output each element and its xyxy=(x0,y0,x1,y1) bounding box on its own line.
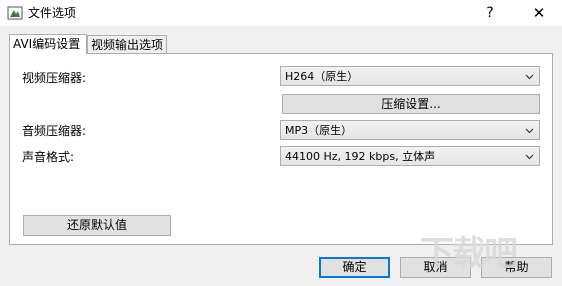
chevron-down-icon xyxy=(525,128,534,134)
window-title: 文件选项 xyxy=(28,6,77,20)
audio-compressor-label: 音频压缩器: xyxy=(22,124,87,138)
title-bar: 文件选项 ? ✕ xyxy=(0,0,562,26)
watermark-logo: 下载吧 xyxy=(420,234,518,274)
tab-video-output[interactable]: 视频输出选项 xyxy=(87,35,167,53)
compression-settings-button[interactable]: 压缩设置... xyxy=(282,94,540,114)
close-button[interactable]: ✕ xyxy=(516,0,562,26)
chevron-down-icon xyxy=(525,74,534,80)
video-compressor-label: 视频压缩器: xyxy=(22,71,87,85)
ok-button[interactable]: 确定 xyxy=(319,257,390,278)
video-compressor-value: H264（原生） xyxy=(285,70,359,83)
title-help-button[interactable]: ? xyxy=(470,0,510,26)
video-compressor-select[interactable]: H264（原生） xyxy=(280,66,540,86)
tab-avi-encoding[interactable]: AVI编码设置 xyxy=(9,34,87,54)
sound-format-select[interactable]: 44100 Hz, 192 kbps, 立体声 xyxy=(280,146,540,166)
sound-format-value: 44100 Hz, 192 kbps, 立体声 xyxy=(285,150,436,163)
app-logo-icon xyxy=(7,6,23,20)
audio-compressor-value: MP3（原生） xyxy=(285,124,353,137)
restore-defaults-button[interactable]: 还原默认值 xyxy=(23,215,171,236)
sound-format-label: 声音格式: xyxy=(22,150,75,164)
chevron-down-icon xyxy=(525,154,534,160)
audio-compressor-select[interactable]: MP3（原生） xyxy=(280,120,540,140)
